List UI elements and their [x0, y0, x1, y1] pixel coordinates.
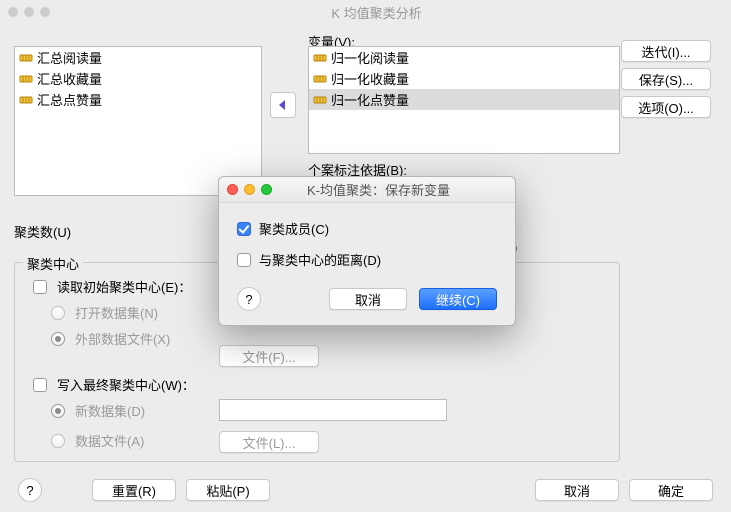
modal-titlebar: K-均值聚类：保存新变量 — [219, 177, 515, 203]
modal-title: K-均值聚类：保存新变量 — [272, 180, 515, 199]
scale-icon — [19, 72, 33, 86]
min-dot[interactable] — [24, 7, 34, 17]
file-button-2-label: 文件(L)... — [243, 433, 296, 452]
scale-icon — [313, 72, 327, 86]
distance-label: 与聚类中心的距离(D) — [259, 250, 381, 269]
zoom-dot[interactable] — [40, 7, 50, 17]
source-variable-list[interactable]: 汇总阅读量 汇总收藏量 汇总点赞量 — [14, 46, 262, 196]
cancel-button[interactable]: 取消 — [535, 479, 619, 501]
item-label: 汇总收藏量 — [37, 69, 102, 88]
options-label: 选项(O)... — [638, 98, 694, 117]
window-title: K 均值聚类分析 — [62, 3, 731, 22]
open-dataset-label: 打开数据集(N) — [75, 303, 158, 322]
read-initial-row: 读取初始聚类中心(E)： — [33, 277, 191, 296]
item-label: 归一化阅读量 — [331, 48, 409, 67]
new-dataset-radio — [51, 404, 65, 418]
modal-button-row: ? 取消 继续(C) — [237, 287, 497, 311]
cluster-member-label: 聚类成员(C) — [259, 219, 329, 238]
scale-icon — [19, 93, 33, 107]
window-controls — [8, 7, 50, 17]
iterate-label: 迭代(I)... — [641, 42, 690, 61]
transfer-arrow-button[interactable] — [270, 92, 296, 118]
paste-button[interactable]: 粘贴(P) — [186, 479, 270, 501]
main-window-titlebar: K 均值聚类分析 — [0, 0, 731, 24]
scale-icon — [313, 51, 327, 65]
list-item[interactable]: 汇总收藏量 — [15, 68, 261, 89]
scale-icon — [19, 51, 33, 65]
external-file-row: 外部数据文件(X) — [51, 329, 170, 348]
cluster-count-label: 聚类数(U) — [14, 222, 71, 241]
paste-label: 粘贴(P) — [206, 481, 249, 500]
iterate-button[interactable]: 迭代(I)... — [621, 40, 711, 62]
file-button-1-label: 文件(F)... — [242, 347, 295, 366]
data-file-row: 数据文件(A) — [51, 431, 144, 450]
write-final-row: 写入最终聚类中心(W)： — [33, 375, 195, 394]
scale-icon — [313, 93, 327, 107]
file-button-1: 文件(F)... — [219, 345, 319, 367]
distance-row: 与聚类中心的距离(D) — [237, 250, 497, 269]
cluster-count-row: 聚类数(U) — [14, 222, 71, 241]
reset-label: 重置(R) — [112, 481, 156, 500]
list-item[interactable]: 归一化收藏量 — [309, 68, 619, 89]
minimize-icon[interactable] — [244, 184, 255, 195]
write-final-checkbox[interactable] — [33, 378, 47, 392]
item-label: 归一化点赞量 — [331, 90, 409, 109]
modal-help-button[interactable]: ? — [237, 287, 261, 311]
help-button[interactable]: ? — [18, 478, 42, 502]
list-item[interactable]: 汇总点赞量 — [15, 89, 261, 110]
zoom-icon[interactable] — [261, 184, 272, 195]
write-final-label: 写入最终聚类中心(W)： — [57, 375, 195, 394]
item-label: 归一化收藏量 — [331, 69, 409, 88]
list-item[interactable]: 汇总阅读量 — [15, 47, 261, 68]
external-file-label: 外部数据文件(X) — [75, 329, 170, 348]
modal-window-controls — [227, 184, 272, 195]
save-button[interactable]: 保存(S)... — [621, 68, 711, 90]
modal-continue-label: 继续(C) — [436, 290, 480, 309]
read-initial-checkbox[interactable] — [33, 280, 47, 294]
new-dataset-input[interactable] — [219, 399, 447, 421]
close-icon[interactable] — [227, 184, 238, 195]
item-label: 汇总阅读量 — [37, 48, 102, 67]
open-dataset-row: 打开数据集(N) — [51, 303, 158, 322]
list-item[interactable]: 归一化阅读量 — [309, 47, 619, 68]
list-item[interactable]: 归一化点赞量 — [309, 89, 619, 110]
fieldset-legend: 聚类中心 — [23, 254, 83, 273]
save-new-variables-modal: K-均值聚类：保存新变量 聚类成员(C) 与聚类中心的距离(D) ? 取消 继续… — [218, 176, 516, 326]
modal-cancel-label: 取消 — [355, 290, 381, 309]
data-file-radio — [51, 434, 65, 448]
item-label: 汇总点赞量 — [37, 90, 102, 109]
cluster-member-row: 聚类成员(C) — [237, 219, 497, 238]
file-button-2: 文件(L)... — [219, 431, 319, 453]
distance-checkbox[interactable] — [237, 253, 251, 267]
cancel-label: 取消 — [564, 481, 590, 500]
reset-button[interactable]: 重置(R) — [92, 479, 176, 501]
close-dot[interactable] — [8, 7, 18, 17]
help-icon: ? — [245, 292, 252, 307]
ok-label: 确定 — [658, 481, 684, 500]
dialog-bottom-bar: ? 重置(R) 粘贴(P) 取消 确定 — [0, 478, 731, 502]
arrow-left-icon — [276, 98, 290, 112]
modal-cancel-button[interactable]: 取消 — [329, 288, 407, 310]
options-button[interactable]: 选项(O)... — [621, 96, 711, 118]
new-dataset-label: 新数据集(D) — [75, 401, 145, 420]
external-file-radio — [51, 332, 65, 346]
save-label: 保存(S)... — [639, 70, 693, 89]
open-dataset-radio — [51, 306, 65, 320]
modal-body: 聚类成员(C) 与聚类中心的距离(D) ? 取消 继续(C) — [219, 203, 515, 325]
cluster-member-checkbox[interactable] — [237, 222, 251, 236]
help-icon: ? — [26, 483, 33, 498]
new-dataset-row: 新数据集(D) — [51, 401, 145, 420]
modal-continue-button[interactable]: 继续(C) — [419, 288, 497, 310]
dialog-side-buttons: 迭代(I)... 保存(S)... 选项(O)... — [621, 40, 711, 118]
target-variable-list[interactable]: 归一化阅读量 归一化收藏量 归一化点赞量 — [308, 46, 620, 154]
read-initial-label: 读取初始聚类中心(E)： — [57, 277, 191, 296]
ok-button[interactable]: 确定 — [629, 479, 713, 501]
data-file-label: 数据文件(A) — [75, 431, 144, 450]
